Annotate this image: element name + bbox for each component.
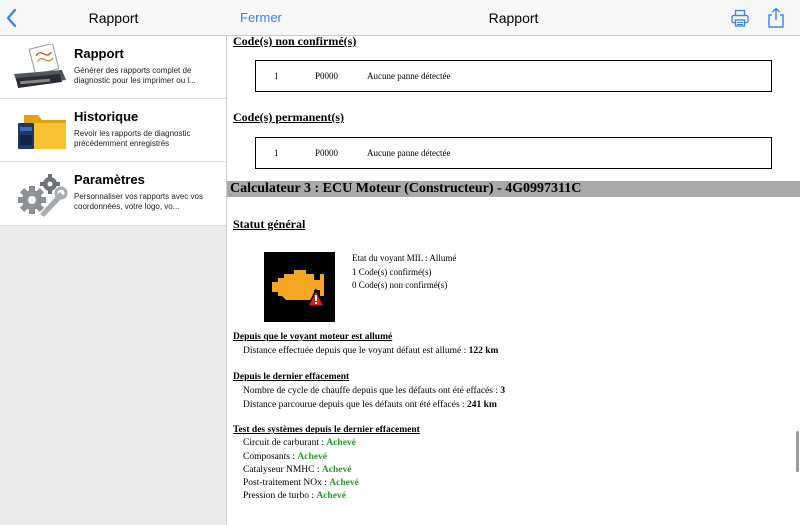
sidebar-navigation-bar: Rapport [0,0,227,36]
status-summary: Etat du voyant MIL : Allumé 1 Code(s) co… [352,252,456,293]
test-line-nmhc: Catalyseur NMHC : Achevé [243,465,351,475]
menu-item-description: Personnaliser vos rapports avec vos coor… [74,192,203,211]
menu-item-title: Rapport [74,46,124,61]
code-value: P0000 [315,71,339,81]
line-label: Composants : [243,452,298,462]
distance-since-clear-line: Distance parcourue depuis que les défaut… [243,400,497,410]
unconfirmed-codes-count: 0 Code(s) non confirmé(s) [352,280,448,290]
check-engine-warning-icon [264,252,335,322]
ecu-section-header: Calculateur 3 : ECU Moteur (Constructeur… [227,181,800,197]
menu-item-description: Générer des rapports complet de diagnost… [74,66,196,85]
printer-report-icon [14,44,66,88]
menu-item-rapport[interactable]: Rapport Générer des rapports complet de … [0,36,226,99]
line-value: 122 km [468,346,499,356]
menu-item-parametres[interactable]: Paramètres Personnaliser vos rapports av… [0,162,226,226]
line-label: Distance effectuée depuis que le voyant … [243,346,469,356]
test-line-nox: Post-traitement NOx : Achevé [243,478,359,488]
line-label: Distance parcourue depuis que les défaut… [243,400,468,410]
line-value: 3 [500,386,506,396]
folder-history-icon [18,115,66,149]
printer-icon[interactable] [731,9,749,27]
gears-settings-icon [18,174,68,217]
code-index: 1 [274,71,279,81]
report-navigation-bar: Fermer Rapport [227,0,800,36]
report-document: Code(s) non confirmé(s) 1 P0000 Aucune p… [227,34,800,525]
code-index: 1 [274,148,279,158]
share-icon[interactable] [767,7,785,29]
test-status: Achevé [297,452,327,462]
clear-section-heading: Depuis le dernier effacement [233,372,350,382]
report-title: Rapport [488,10,539,26]
menu-item-historique[interactable]: Historique Revoir les rapports de diagno… [0,99,226,162]
permanent-codes-heading: Code(s) permanent(s) [233,110,344,124]
menu-item-title: Historique [74,109,139,124]
sidebar: Rapport Rapport Générer des rapports com… [0,0,227,525]
test-status: Achevé [329,478,359,488]
mil-status-text: Etat du voyant MIL : Allumé [352,253,457,263]
test-line-fuel: Circuit de carburant : Achevé [243,438,356,448]
test-status: Achevé [326,438,356,448]
mil-distance-line: Distance effectuée depuis que le voyant … [243,346,498,356]
unconfirmed-codes-table: 1 P0000 Aucune panne détectée [255,60,772,92]
code-value: P0000 [315,148,339,158]
line-label: Nombre de cycle de chauffe depuis que le… [243,386,501,396]
code-description: Aucune panne détectée [367,148,451,158]
line-label: Post-traitement NOx : [243,478,330,488]
menu-list: Rapport Générer des rapports complet de … [0,36,226,226]
sidebar-title: Rapport [88,10,139,26]
report-panel: Fermer Rapport Code(s) non confirmé(s) 1… [227,0,800,525]
unconfirmed-codes-heading: Code(s) non confirmé(s) [233,34,357,48]
scrollbar[interactable] [796,431,799,472]
line-value: 241 km [467,400,497,410]
tests-section-heading: Test des systèmes depuis le dernier effa… [233,425,420,435]
test-status: Achevé [321,465,352,475]
test-status: Achevé [316,491,346,501]
menu-item-description: Revoir les rapports de diagnostic précéd… [74,129,191,148]
mil-section-heading: Depuis que le voyant moteur est allumé [233,332,393,342]
confirmed-codes-count: 1 Code(s) confirmé(s) [352,266,432,277]
general-status-heading: Statut général [233,217,306,231]
test-line-turbo: Pression de turbo : Achevé [243,491,346,501]
code-description: Aucune panne détectée [367,71,451,81]
line-label: Pression de turbo : [243,491,317,501]
line-label: Circuit de carburant : [243,438,327,448]
permanent-codes-table: 1 P0000 Aucune panne détectée [255,137,772,169]
warmup-cycles-line: Nombre de cycle de chauffe depuis que le… [243,386,505,396]
line-label: Catalyseur NMHC : [243,465,322,475]
test-line-components: Composants : Achevé [243,452,327,462]
menu-item-title: Paramètres [74,172,145,187]
